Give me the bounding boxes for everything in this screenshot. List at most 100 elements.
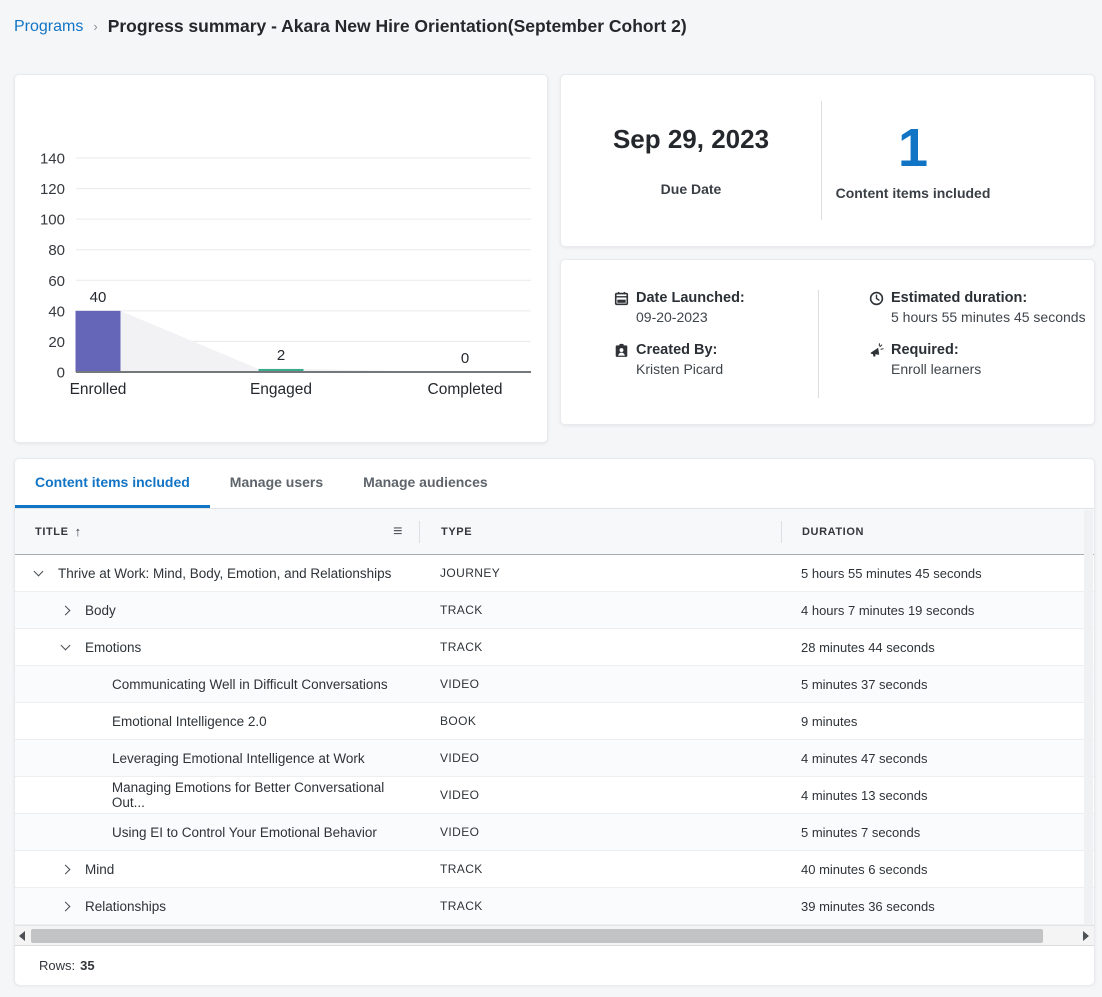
column-menu-icon[interactable]: ≡	[393, 523, 403, 541]
detail-value: 5 hours 55 minutes 45 seconds	[891, 309, 1086, 325]
progress-funnel-card: 0204060801001201404020EnrolledEngagedCom…	[14, 74, 548, 443]
breadcrumb-programs-link[interactable]: Programs	[14, 18, 83, 36]
rows-label: Rows:	[39, 958, 75, 973]
table-row[interactable]: Thrive at Work: Mind, Body, Emotion, and…	[15, 555, 1094, 592]
table-footer: Rows: 35	[15, 946, 1094, 985]
svg-text:80: 80	[48, 242, 65, 259]
chevron-right-icon[interactable]	[61, 901, 71, 911]
table-header: TITLE ↑ ≡ TYPE DURATION	[15, 509, 1094, 555]
row-duration: 5 minutes 7 seconds	[781, 814, 1094, 850]
svg-text:0: 0	[57, 365, 65, 382]
row-type: TRACK	[419, 592, 781, 628]
table-row[interactable]: Communicating Well in Difficult Conversa…	[15, 666, 1094, 703]
chevron-down-icon[interactable]	[61, 640, 71, 650]
tab-content-items-included[interactable]: Content items included	[15, 459, 210, 508]
due-date-value: Sep 29, 2023	[613, 124, 769, 155]
megaphone-icon	[869, 343, 884, 358]
due-date-label: Due Date	[661, 181, 722, 197]
row-title: Using EI to Control Your Emotional Behav…	[112, 825, 377, 840]
detail-item: Estimated duration: 5 hours 55 minutes 45…	[869, 290, 1086, 325]
chevron-right-icon[interactable]	[61, 864, 71, 874]
detail-label: Required:	[891, 342, 959, 358]
horizontal-scrollbar-thumb[interactable]	[31, 929, 1043, 943]
chevron-right-icon[interactable]	[61, 605, 71, 615]
chevron-right-icon: ›	[93, 19, 97, 34]
row-title: Leveraging Emotional Intelligence at Wor…	[112, 751, 365, 766]
type-column-header[interactable]: TYPE	[419, 521, 781, 543]
title-column-label: TITLE	[35, 526, 69, 538]
content-table-card: Content items includedManage usersManage…	[14, 458, 1095, 985]
detail-label: Created By:	[636, 342, 717, 358]
svg-text:2: 2	[277, 347, 285, 364]
svg-text:100: 100	[40, 212, 65, 229]
content-count-label: Content items included	[836, 185, 991, 201]
scroll-right-icon[interactable]	[1083, 931, 1089, 941]
table-row[interactable]: Leveraging Emotional Intelligence at Wor…	[15, 740, 1094, 777]
table-row[interactable]: Body TRACK4 hours 7 minutes 19 seconds	[15, 592, 1094, 629]
svg-text:140: 140	[40, 151, 65, 168]
rows-count: 35	[80, 958, 94, 973]
chevron-down-icon[interactable]	[34, 566, 44, 576]
clock-icon	[869, 291, 884, 306]
details-col-left: Date Launched: 09-20-2023 Created By: Krist…	[614, 290, 745, 377]
row-duration: 4 minutes 13 seconds	[781, 777, 1094, 813]
row-type: VIDEO	[419, 740, 781, 776]
row-title: Body	[85, 603, 116, 618]
sort-ascending-icon: ↑	[75, 524, 82, 539]
due-date-section: Sep 29, 2023 Due Date	[561, 75, 821, 246]
program-details-card: Date Launched: 09-20-2023 Created By: Krist…	[560, 259, 1095, 425]
table-row[interactable]: Managing Emotions for Better Conversatio…	[15, 777, 1094, 814]
row-type: VIDEO	[419, 666, 781, 702]
svg-text:Completed: Completed	[428, 381, 503, 398]
row-title: Mind	[85, 862, 114, 877]
tab-manage-users[interactable]: Manage users	[210, 459, 343, 508]
due-date-card: Sep 29, 2023 Due Date 1 Content items in…	[560, 74, 1095, 247]
table-row[interactable]: Emotional Intelligence 2.0BOOK9 minutes	[15, 703, 1094, 740]
table-row[interactable]: RelationshipsTRACK39 minutes 36 seconds	[15, 888, 1094, 925]
row-title: Emotional Intelligence 2.0	[112, 714, 267, 729]
svg-text:60: 60	[48, 273, 65, 290]
badge-icon	[614, 343, 629, 358]
duration-column-header[interactable]: DURATION	[781, 521, 1094, 543]
row-duration: 4 hours 7 minutes 19 seconds	[781, 592, 1094, 628]
table-row[interactable]: Using EI to Control Your Emotional Behav…	[15, 814, 1094, 851]
svg-text:Enrolled: Enrolled	[70, 381, 127, 398]
svg-text:Engaged: Engaged	[250, 381, 312, 398]
table-rows: Thrive at Work: Mind, Body, Emotion, and…	[15, 555, 1094, 925]
row-title: Thrive at Work: Mind, Body, Emotion, and…	[58, 566, 391, 581]
detail-value: Enroll learners	[891, 361, 1086, 377]
vertical-scrollbar[interactable]	[1084, 510, 1093, 925]
svg-text:0: 0	[461, 350, 469, 367]
row-type: TRACK	[419, 629, 781, 665]
row-title: Managing Emotions for Better Conversatio…	[112, 780, 419, 810]
row-type: JOURNEY	[419, 555, 781, 591]
detail-value: Kristen Picard	[636, 361, 745, 377]
title-column-header[interactable]: TITLE ↑ ≡	[15, 524, 419, 539]
calendar-icon	[614, 291, 629, 306]
detail-label: Estimated duration:	[891, 290, 1027, 306]
table-row[interactable]: MindTRACK40 minutes 6 seconds	[15, 851, 1094, 888]
table-row[interactable]: Emotions TRACK28 minutes 44 seconds	[15, 629, 1094, 666]
detail-label: Date Launched:	[636, 290, 745, 306]
content-count-section: 1 Content items included	[822, 75, 1094, 246]
row-duration: 5 hours 55 minutes 45 seconds	[781, 555, 1094, 591]
details-col-right: Estimated duration: 5 hours 55 minutes 45…	[869, 290, 1086, 377]
detail-item: Date Launched: 09-20-2023	[614, 290, 745, 325]
svg-text:40: 40	[48, 303, 65, 320]
tab-manage-audiences[interactable]: Manage audiences	[343, 459, 508, 508]
tab-bar: Content items includedManage usersManage…	[15, 459, 1094, 509]
breadcrumb: Programs › Progress summary - Akara New …	[14, 16, 687, 37]
row-duration: 9 minutes	[781, 703, 1094, 739]
scroll-left-icon[interactable]	[19, 931, 25, 941]
row-type: TRACK	[419, 851, 781, 887]
svg-text:120: 120	[40, 181, 65, 198]
row-type: VIDEO	[419, 777, 781, 813]
row-title: Emotions	[85, 640, 141, 655]
row-duration: 4 minutes 47 seconds	[781, 740, 1094, 776]
row-type: TRACK	[419, 888, 781, 924]
row-duration: 28 minutes 44 seconds	[781, 629, 1094, 665]
content-count-value: 1	[898, 121, 928, 175]
horizontal-scrollbar[interactable]	[15, 925, 1094, 946]
detail-value: 09-20-2023	[636, 309, 745, 325]
row-type: VIDEO	[419, 814, 781, 850]
